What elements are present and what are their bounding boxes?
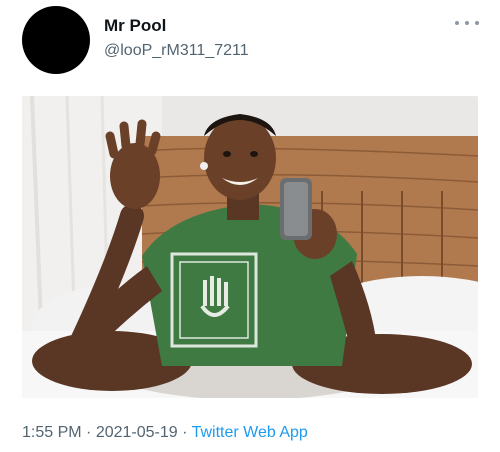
more-icon[interactable]: [455, 18, 479, 28]
meta-separator: ·: [182, 424, 188, 441]
tweet-time[interactable]: 1:55 PM: [22, 424, 82, 441]
tweet-metadata: 1:55 PM · 2021-05-19 · Twitter Web App: [22, 424, 308, 442]
meta-separator: ·: [86, 424, 92, 441]
author-name[interactable]: Mr Pool: [104, 16, 166, 36]
tweet-card: Mr Pool @looP_rM311_7211 1:55 PM · 2021-…: [0, 0, 500, 452]
avatar[interactable]: [22, 6, 90, 74]
tweet-source-link[interactable]: Twitter Web App: [192, 424, 308, 441]
tweet-photo[interactable]: [22, 96, 478, 398]
author-handle[interactable]: @looP_rM311_7211: [104, 42, 249, 60]
tweet-date[interactable]: 2021-05-19: [96, 424, 178, 441]
